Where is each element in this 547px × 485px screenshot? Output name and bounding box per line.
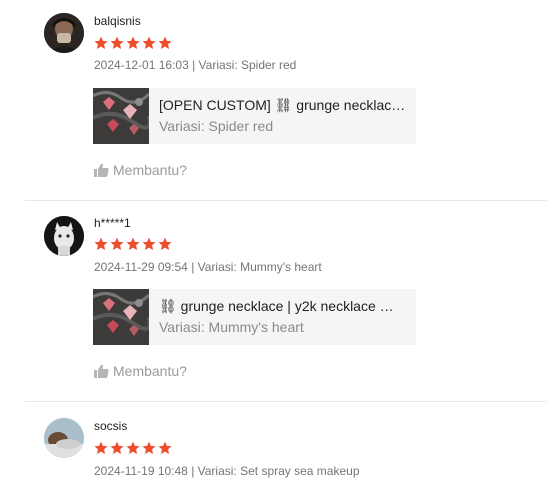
avatar[interactable] — [44, 216, 84, 256]
star-icon — [110, 36, 124, 49]
star-icon — [110, 441, 124, 454]
star-icon — [126, 36, 140, 49]
product-thumbnail — [93, 289, 149, 345]
avatar[interactable] — [44, 13, 84, 53]
rating-stars — [94, 441, 172, 455]
avatar[interactable] — [44, 418, 84, 458]
star-icon — [142, 441, 156, 454]
review-meta: 2024-11-29 09:54 | Variasi: Mummy's hear… — [94, 260, 322, 274]
star-icon — [142, 36, 156, 49]
star-icon — [158, 36, 172, 49]
rating-stars — [94, 237, 172, 251]
product-name[interactable]: [OPEN CUSTOM] ⛓ grunge necklace | y2k ne… — [159, 97, 409, 114]
product-card[interactable]: [OPEN CUSTOM] ⛓ grunge necklace | y2k ne… — [93, 88, 416, 144]
divider — [25, 401, 547, 402]
helpful-label: Membantu? — [113, 162, 187, 178]
helpful-button[interactable]: Membantu? — [94, 363, 187, 379]
star-icon — [126, 237, 140, 250]
divider — [25, 200, 547, 201]
star-icon — [126, 441, 140, 454]
product-thumbnail — [93, 88, 149, 144]
rating-stars — [94, 36, 172, 50]
star-icon — [158, 441, 172, 454]
username[interactable]: h*****1 — [94, 216, 131, 230]
star-icon — [94, 441, 108, 454]
username[interactable]: balqisnis — [94, 14, 141, 28]
review-meta: 2024-12-01 16:03 | Variasi: Spider red — [94, 58, 297, 72]
user-photo-icon — [44, 216, 84, 256]
product-variation: Variasi: Mummy's heart — [159, 319, 304, 335]
username[interactable]: socsis — [94, 419, 127, 433]
product-card[interactable]: ⛓ grunge necklace | y2k necklace ⚡ heart… — [93, 289, 416, 345]
thumbs-up-icon — [94, 163, 109, 177]
necklace-image-icon — [93, 289, 149, 345]
review-meta: 2024-11-19 10:48 | Variasi: Set spray se… — [94, 464, 360, 478]
helpful-label: Membantu? — [113, 363, 187, 379]
helpful-button[interactable]: Membantu? — [94, 162, 187, 178]
product-name[interactable]: ⛓ grunge necklace | y2k necklace ⚡ heart — [159, 298, 409, 315]
thumbs-up-icon — [94, 364, 109, 378]
user-photo-icon — [44, 13, 84, 53]
necklace-image-icon — [93, 88, 149, 144]
star-icon — [94, 36, 108, 49]
star-icon — [94, 237, 108, 250]
star-icon — [158, 237, 172, 250]
user-photo-icon — [44, 418, 84, 458]
star-icon — [110, 237, 124, 250]
star-icon — [142, 237, 156, 250]
product-variation: Variasi: Spider red — [159, 118, 274, 134]
